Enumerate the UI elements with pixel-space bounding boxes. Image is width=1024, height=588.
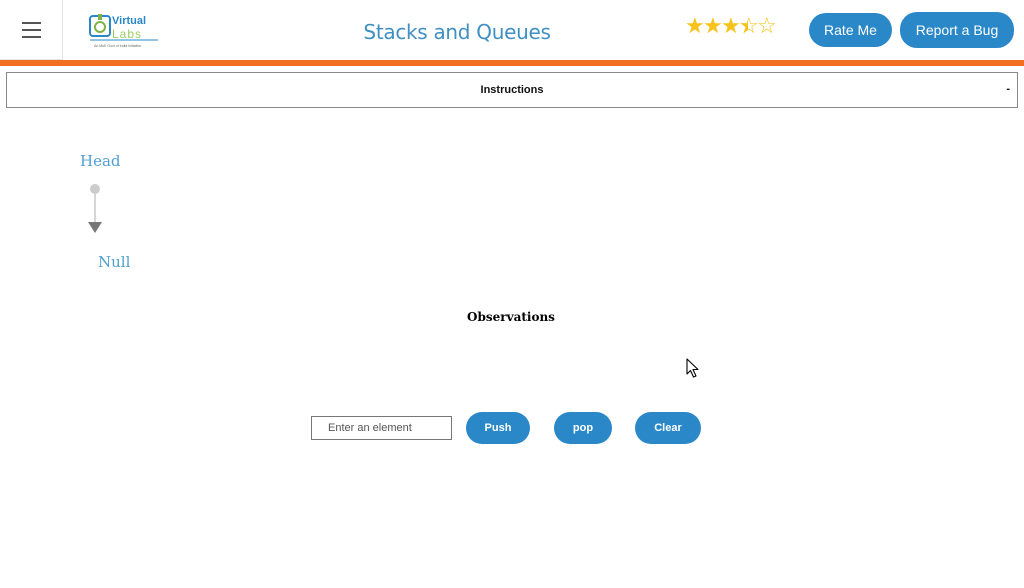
mouse-cursor-icon xyxy=(686,358,699,378)
menu-line xyxy=(22,29,41,31)
virtual-labs-logo[interactable]: Virtual Labs An MoE Govt of India Initia… xyxy=(88,10,160,50)
head-label: Head xyxy=(80,152,121,170)
header-accent-bar xyxy=(0,60,1024,66)
star-empty-icon[interactable]: ☆ xyxy=(757,14,777,38)
rate-me-button[interactable]: Rate Me xyxy=(809,13,892,47)
svg-text:Labs: Labs xyxy=(112,27,142,41)
header-bar: Virtual Labs An MoE Govt of India Initia… xyxy=(0,0,1024,60)
arrow-down-icon xyxy=(88,222,102,233)
instructions-label: Instructions xyxy=(480,84,544,96)
menu-line xyxy=(22,36,41,38)
clear-button[interactable]: Clear xyxy=(635,412,701,444)
push-button[interactable]: Push xyxy=(466,412,530,444)
star-filled-icon[interactable]: ★ xyxy=(703,14,723,38)
observations-heading: Observations xyxy=(467,310,555,324)
svg-text:An MoE Govt of India Initiativ: An MoE Govt of India Initiative xyxy=(94,44,141,48)
star-half-icon[interactable]: ☆★ xyxy=(739,14,759,38)
head-node-dot xyxy=(90,184,100,194)
svg-text:Virtual: Virtual xyxy=(112,15,146,27)
collapse-icon[interactable]: - xyxy=(1006,83,1010,95)
null-label: Null xyxy=(98,253,131,271)
menu-line xyxy=(22,22,41,24)
head-pointer-arrow xyxy=(88,184,102,233)
star-filled-icon[interactable]: ★ xyxy=(685,14,705,38)
rating-stars[interactable]: ★★★☆★☆ xyxy=(685,14,777,38)
report-bug-button[interactable]: Report a Bug xyxy=(900,12,1014,48)
star-filled-icon[interactable]: ★ xyxy=(721,14,741,38)
element-input[interactable] xyxy=(311,416,452,440)
instructions-dropdown[interactable]: Instructions - xyxy=(6,72,1018,108)
pop-button[interactable]: pop xyxy=(554,412,612,444)
page-title: Stacks and Queues xyxy=(363,20,551,44)
hamburger-menu-button[interactable] xyxy=(0,0,63,60)
